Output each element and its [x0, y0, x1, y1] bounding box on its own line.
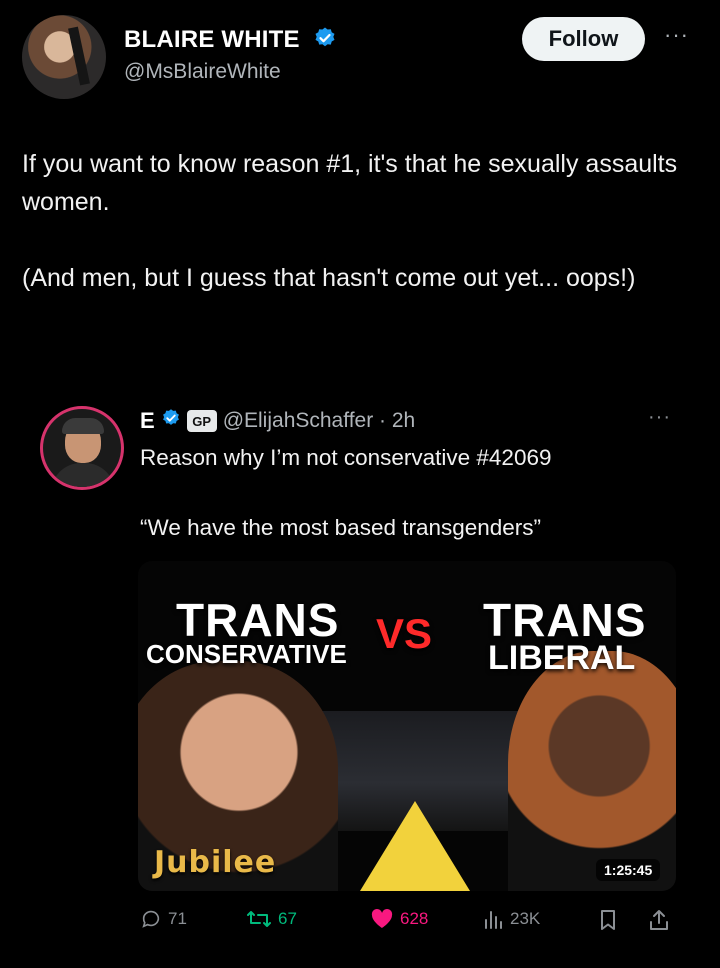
quoted-verified-icon — [161, 408, 181, 434]
more-options-icon[interactable]: ··· — [664, 22, 689, 48]
reply-icon — [140, 908, 162, 930]
video-thumbnail[interactable]: TRANS CONSERVATIVE VS TRANS LIBERAL Jubi… — [138, 561, 676, 891]
like-count: 628 — [400, 909, 429, 928]
repost-icon — [246, 908, 272, 930]
share-icon — [648, 908, 670, 932]
thumbnail-person-right — [508, 651, 676, 891]
quoted-more-icon[interactable]: ··· — [648, 406, 671, 429]
thumb-title-left-bottom: CONSERVATIVE — [146, 639, 347, 669]
share-button[interactable] — [648, 908, 670, 932]
author-handle[interactable]: @MsBlaireWhite — [124, 60, 281, 84]
repost-button[interactable]: 67 — [246, 908, 297, 930]
tweet-text: If you want to know reason #1, it's that… — [22, 145, 702, 297]
thumb-title-left-top: TRANS — [176, 594, 340, 646]
verified-badge-icon — [313, 26, 337, 57]
reply-count: 71 — [168, 909, 187, 928]
author-display-name[interactable]: BLAIRE WHITE — [124, 26, 300, 53]
follow-button[interactable]: Follow — [522, 17, 645, 61]
views-bar-icon — [482, 908, 504, 930]
quoted-display-name[interactable]: E — [140, 408, 155, 434]
action-bar: 71 67 628 23K — [140, 908, 680, 944]
bookmark-icon — [598, 908, 618, 932]
repost-count: 67 — [278, 909, 297, 928]
video-duration: 1:25:45 — [596, 859, 661, 881]
thumb-title-right-top: TRANS — [483, 594, 647, 646]
avatar-cap — [62, 418, 104, 434]
author-name-row[interactable]: BLAIRE WHITE — [124, 26, 337, 57]
affiliation-badge: GP — [186, 410, 217, 432]
quoted-text-line-2: “We have the most based transgenders” — [140, 515, 542, 540]
like-button[interactable]: 628 — [370, 908, 428, 930]
thumb-title-vs: VS — [376, 610, 433, 657]
views-count: 23K — [510, 909, 541, 928]
tweet-paragraph-1: If you want to know reason #1, it's that… — [22, 150, 678, 216]
quoted-header[interactable]: E GP @ElijahSchaffer · 2h — [140, 408, 415, 434]
reply-button[interactable]: 71 — [140, 908, 187, 930]
quoted-text-line-1: Reason why I’m not conservative #42069 — [140, 445, 552, 470]
tweet-paragraph-2: (And men, but I guess that hasn't come o… — [22, 264, 636, 292]
jubilee-logo: Jubilee — [154, 845, 277, 880]
author-avatar[interactable] — [22, 15, 106, 99]
thumbnail-pyramid — [360, 801, 470, 891]
heart-icon — [370, 908, 394, 930]
avatar-shirt — [51, 463, 115, 487]
bookmark-button[interactable] — [598, 908, 618, 932]
thumb-title-right-bottom: LIBERAL — [488, 639, 636, 677]
quoted-author-avatar[interactable] — [40, 406, 124, 490]
quoted-handle-time[interactable]: @ElijahSchaffer · 2h — [223, 409, 416, 433]
views-button[interactable]: 23K — [482, 908, 540, 930]
